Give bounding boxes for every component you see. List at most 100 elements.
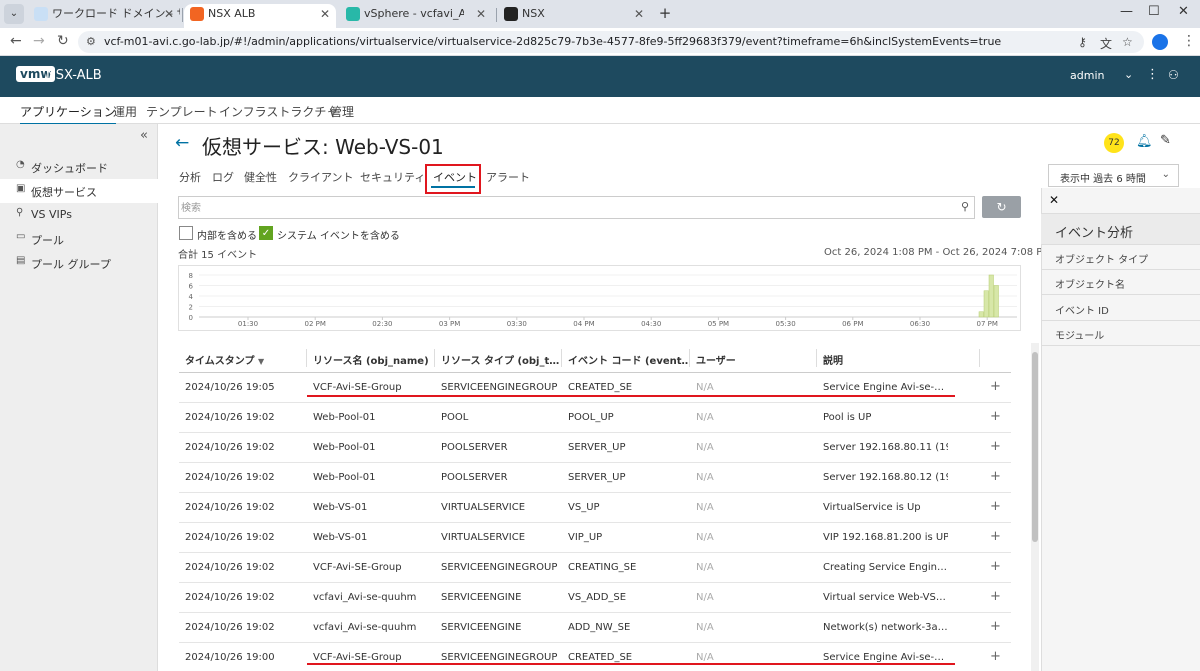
table-row[interactable]: 2024/10/26 19:02 vcfavi_Avi-se-quuhm SERVI… xyxy=(179,583,1011,613)
table-row[interactable]: 2024/10/26 19:02 Web-Pool-01 POOLSERVER SER… xyxy=(179,463,1011,493)
column-header-description[interactable]: 説明 xyxy=(823,352,923,367)
browser-tab[interactable]: vSphere - vcfavi_Avi-se-zpdpb ✕ xyxy=(340,4,492,28)
tab-clients[interactable]: クライアント xyxy=(288,169,354,185)
close-icon[interactable]: ✕ xyxy=(634,4,644,24)
column-divider[interactable] xyxy=(979,349,980,367)
site-info-icon[interactable]: ⚙ xyxy=(86,35,96,48)
expand-row-icon[interactable]: + xyxy=(990,379,1001,394)
browser-tab-active[interactable]: NSX ALB ✕ xyxy=(184,4,336,28)
column-divider[interactable] xyxy=(306,349,307,367)
user-icon[interactable]: ⚇ xyxy=(1168,68,1179,82)
facet-event-id[interactable]: イベント ID xyxy=(1041,296,1200,321)
table-row[interactable]: 2024/10/26 19:02 Web-VS-01 VIRTUALSERVICE V… xyxy=(179,493,1011,523)
nav-operations[interactable]: 運用 xyxy=(113,103,137,120)
sidebar-item-pools[interactable]: ▭ プール xyxy=(0,227,158,251)
key-icon[interactable]: ⚷ xyxy=(1078,35,1087,49)
search-icon[interactable]: ⚲ xyxy=(961,200,969,213)
column-header-resource-type[interactable]: リソース タイプ (obj_t… xyxy=(441,352,561,367)
table-cell: Web-VS-01 xyxy=(313,532,368,543)
bookmark-star-icon[interactable]: ☆ xyxy=(1122,35,1133,49)
close-icon[interactable]: ✕ xyxy=(476,4,486,24)
chart-bar[interactable] xyxy=(988,274,994,318)
chart-bar[interactable] xyxy=(978,311,984,318)
column-divider[interactable] xyxy=(689,349,690,367)
column-header-event-code[interactable]: イベント コード (event… xyxy=(568,352,688,367)
maximize-button[interactable]: ☐ xyxy=(1148,4,1160,19)
expand-row-icon[interactable]: + xyxy=(990,649,1001,664)
nav-templates[interactable]: テンプレート xyxy=(146,103,218,120)
tab-analytics[interactable]: 分析 xyxy=(179,169,201,185)
reload-icon[interactable]: ↻ xyxy=(57,33,69,49)
include-internal-checkbox[interactable] xyxy=(179,226,193,240)
table-row[interactable]: 2024/10/26 19:02 Web-Pool-01 POOL POOL_UP N/… xyxy=(179,403,1011,433)
edit-pencil-icon[interactable]: ✎ xyxy=(1160,133,1171,148)
nav-administration[interactable]: 管理 xyxy=(330,103,354,120)
window-close-button[interactable]: ✕ xyxy=(1178,4,1189,19)
expand-row-icon[interactable]: + xyxy=(990,559,1001,574)
profile-avatar[interactable] xyxy=(1152,34,1168,50)
expand-row-icon[interactable]: + xyxy=(990,619,1001,634)
browser-tab[interactable]: ワークロード ドメイン - サマリ ✕ xyxy=(28,4,180,28)
chart-bar[interactable] xyxy=(983,290,989,318)
alert-count-badge[interactable]: 72 xyxy=(1104,133,1124,153)
tab-health[interactable]: 健全性 xyxy=(244,169,277,185)
include-system-events-checkbox[interactable]: ✓ xyxy=(259,226,273,240)
close-icon[interactable]: ✕ xyxy=(164,4,174,24)
browser-tab[interactable]: NSX ✕ xyxy=(498,4,650,28)
chevron-down-icon[interactable]: ⌄ xyxy=(1124,68,1133,81)
column-header-timestamp[interactable]: タイムスタンプ ▼ xyxy=(185,352,300,367)
chart-bar[interactable] xyxy=(993,285,999,318)
tab-security[interactable]: セキュリティ xyxy=(360,169,425,185)
column-divider[interactable] xyxy=(434,349,435,367)
expand-row-icon[interactable]: + xyxy=(990,589,1001,604)
user-menu[interactable]: admin xyxy=(1070,69,1104,82)
tab-logs[interactable]: ログ xyxy=(212,169,234,185)
table-row[interactable]: 2024/10/26 19:02 Web-Pool-01 POOLSERVER SER… xyxy=(179,433,1011,463)
facet-module[interactable]: モジュール xyxy=(1041,321,1200,346)
expand-row-icon[interactable]: + xyxy=(990,439,1001,454)
forward-arrow-icon[interactable]: → xyxy=(33,33,45,49)
table-row[interactable]: 2024/10/26 19:02 vcfavi_Avi-se-quuhm SERVI… xyxy=(179,613,1011,643)
facet-object-name[interactable]: オブジェクト名 xyxy=(1041,270,1200,295)
column-header-user[interactable]: ユーザー xyxy=(696,352,796,367)
close-icon[interactable]: ✕ xyxy=(1049,193,1059,207)
back-arrow-icon[interactable]: ← xyxy=(175,133,189,153)
minimize-button[interactable]: — xyxy=(1120,4,1133,19)
events-histogram: 8 6 4 2 0 01:30 02 PM 02:30 03 PM 03:30 04 PM 04:30… xyxy=(178,265,1021,331)
sidebar-item-dashboard[interactable]: ◔ ダッシュボード xyxy=(0,155,158,179)
bell-icon[interactable]: 🔔︎ xyxy=(1136,134,1153,149)
time-range-dropdown[interactable]: 表示中 過去 6 時間 ⌄ xyxy=(1048,164,1179,187)
sidebar-item-pool-groups[interactable]: ▤ プール グループ xyxy=(0,251,158,275)
sidebar-item-virtual-services[interactable]: ▣ 仮想サービス xyxy=(0,179,158,203)
table-row[interactable]: 2024/10/26 19:02 VCF-Avi-SE-Group SERVICEE… xyxy=(179,553,1011,583)
nav-infrastructure[interactable]: インフラストラクチャ xyxy=(219,103,338,120)
expand-row-icon[interactable]: + xyxy=(990,529,1001,544)
expand-row-icon[interactable]: + xyxy=(990,409,1001,424)
scrollbar-thumb[interactable] xyxy=(1032,352,1038,542)
tab-search-icon[interactable]: ⌄ xyxy=(4,4,24,24)
nav-applications[interactable]: アプリケーション xyxy=(20,103,116,125)
expand-row-icon[interactable]: + xyxy=(990,499,1001,514)
back-arrow-icon[interactable]: ← xyxy=(10,33,22,49)
browser-menu-icon[interactable]: ⋮ xyxy=(1182,33,1196,49)
column-divider[interactable] xyxy=(561,349,562,367)
table-row[interactable]: 2024/10/26 19:05 VCF-Avi-SE-Group SERVICEE… xyxy=(179,373,1011,403)
expand-row-icon[interactable]: + xyxy=(990,469,1001,484)
facet-object-type[interactable]: オブジェクト タイプ xyxy=(1041,245,1200,270)
table-row[interactable]: 2024/10/26 19:02 Web-VS-01 VIRTUALSERVICE V… xyxy=(179,523,1011,553)
table-row[interactable]: 2024/10/26 19:00 VCF-Avi-SE-Group SERVICEE… xyxy=(179,643,1011,671)
tab-alerts[interactable]: アラート xyxy=(486,169,530,185)
url-field[interactable]: ⚙ vcf-m01-avi.c.go-lab.jp/#!/admin/appli… xyxy=(78,31,1144,53)
table-cell: POOLSERVER xyxy=(441,442,508,453)
translate-icon[interactable]: 文 xyxy=(1100,35,1112,52)
close-icon[interactable]: ✕ xyxy=(320,4,330,24)
table-cell: VS_UP xyxy=(568,502,600,513)
sidebar-item-vs-vips[interactable]: ⚲ VS VIPs xyxy=(0,203,158,227)
new-tab-button[interactable]: + xyxy=(656,4,674,22)
search-input[interactable] xyxy=(181,200,951,216)
more-options-icon[interactable]: ⋮ xyxy=(1146,67,1159,82)
collapse-sidebar-icon[interactable]: « xyxy=(140,128,148,143)
column-header-resource-name[interactable]: リソース名 (obj_name) xyxy=(313,352,433,367)
column-divider[interactable] xyxy=(816,349,817,367)
refresh-button[interactable]: ↻ xyxy=(982,196,1021,218)
